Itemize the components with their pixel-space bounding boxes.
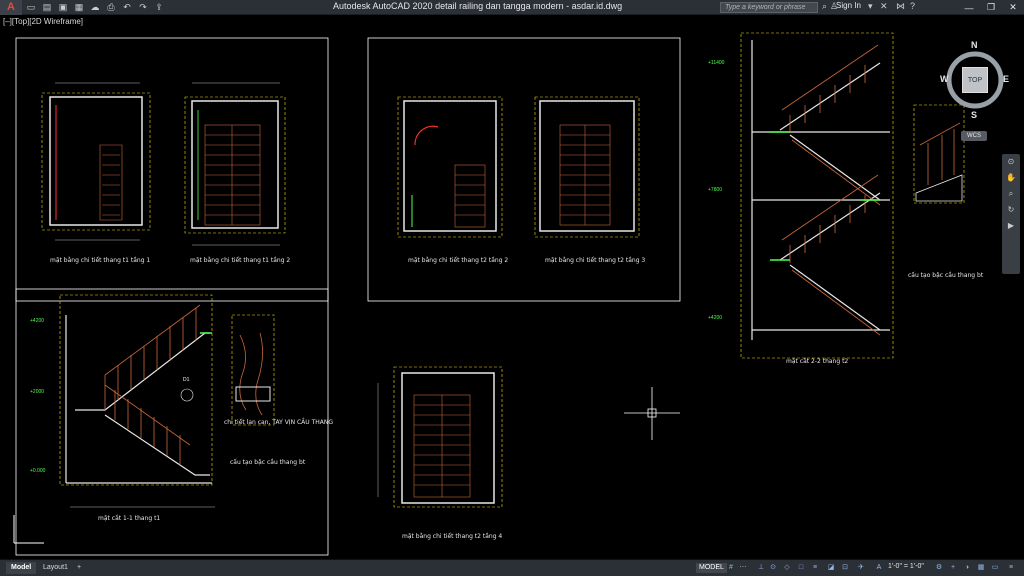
plan-title: mặt bằng chi tiết thang t1 tầng 1 xyxy=(50,257,151,264)
level-marker: +0.000 xyxy=(30,468,46,474)
wcs-menu-button[interactable]: WCS xyxy=(961,131,987,141)
plan-title: mặt bằng chi tiết thang t1 tầng 2 xyxy=(190,257,291,264)
add-layout-button[interactable]: + xyxy=(72,562,86,574)
ucs-icon xyxy=(13,515,44,544)
level-marker: +4200 xyxy=(30,318,45,324)
isodraft-icon[interactable]: ◇ xyxy=(782,563,792,573)
close-icon[interactable]: ✕ xyxy=(1002,0,1024,15)
dropdown-icon[interactable]: ▾ xyxy=(868,1,873,12)
compass-north[interactable]: N xyxy=(971,40,978,50)
plan-title: mặt bằng chi tiết thang t2 tầng 2 xyxy=(408,257,509,264)
isolate-icon[interactable]: ◑ xyxy=(962,563,972,573)
lineweight-icon[interactable]: ≡ xyxy=(810,563,820,573)
railing-detail xyxy=(231,314,275,426)
customize-icon[interactable]: ≡ xyxy=(1006,563,1016,573)
annotation-visibility-icon[interactable]: A xyxy=(874,563,884,573)
undo-icon[interactable]: ↶ xyxy=(120,1,134,13)
plus-icon[interactable]: + xyxy=(948,563,958,573)
plan-t1-floor1 xyxy=(41,82,151,241)
detail-title: chi tiết lan can, TAY VỊN CẦU THANG xyxy=(224,419,333,426)
annotation-scale-value[interactable]: 1'-0" = 1'-0" xyxy=(888,563,924,570)
sign-in-button[interactable]: Sign In xyxy=(836,1,861,10)
polar-icon[interactable]: ⊙ xyxy=(768,563,778,573)
share-icon[interactable]: ⇪ xyxy=(152,1,166,13)
steering-wheel-icon[interactable]: ⊙ xyxy=(1002,154,1020,170)
compass-east[interactable]: E xyxy=(1003,74,1009,84)
transparency-icon[interactable]: ◪ xyxy=(826,563,836,573)
redo-icon[interactable]: ↷ xyxy=(136,1,150,13)
annotation-scale-icon[interactable]: ✈ xyxy=(856,563,866,573)
selection-cycling-icon[interactable]: ⊡ xyxy=(840,563,850,573)
section-title: mặt cắt 1-1 thang t1 xyxy=(98,515,161,522)
drawing-geometry xyxy=(13,32,965,556)
viewcube-top-face[interactable]: TOP xyxy=(962,67,988,93)
autocad-logo-icon: A xyxy=(7,1,15,13)
navigation-bar: ⊙ ✋ ⌕ ↻ ▶ xyxy=(1002,154,1020,274)
plan-t2-floor3 xyxy=(534,96,640,238)
hardware-acceleration-icon[interactable]: ▦ xyxy=(976,563,986,573)
connect-icon[interactable]: ⋈ xyxy=(896,1,905,12)
ortho-icon[interactable]: ⊥ xyxy=(756,563,766,573)
orbit-icon[interactable]: ↻ xyxy=(1002,202,1020,218)
plot-icon[interactable]: ⎙ xyxy=(104,1,118,13)
clean-screen-icon[interactable]: ▭ xyxy=(990,563,1000,573)
search-input[interactable]: Type a keyword or phrase xyxy=(720,2,818,13)
level-marker: +4200 xyxy=(708,315,723,321)
new-icon[interactable]: ▭ xyxy=(24,1,38,13)
help-icon[interactable]: ? xyxy=(910,1,915,11)
zoom-icon[interactable]: ⌕ xyxy=(1002,186,1020,202)
tab-layout1[interactable]: Layout1 xyxy=(38,562,73,574)
plan-t2-floor4 xyxy=(377,366,503,508)
compass-west[interactable]: W xyxy=(940,74,949,84)
window-title: Autodesk AutoCAD 2020 detail railing dan… xyxy=(333,1,623,11)
workspace-gear-icon[interactable]: ⚙ xyxy=(934,563,944,573)
showmotion-icon[interactable]: ▶ xyxy=(1002,218,1020,234)
grid-icon[interactable]: # xyxy=(726,563,736,573)
plan-t1-floor2 xyxy=(184,82,286,246)
minimize-icon[interactable]: — xyxy=(958,0,980,15)
snap-icon[interactable]: ⋯ xyxy=(738,563,748,573)
search-icon[interactable]: ⌕ xyxy=(822,1,827,12)
title-bar: A ▭ ▤ ▣ ▦ ☁ ⎙ ↶ ↷ ⇪ Autodesk AutoCAD 202… xyxy=(0,0,1024,15)
tab-model[interactable]: Model xyxy=(6,562,37,574)
plan-title: mặt bằng chi tiết thang t2 tầng 3 xyxy=(545,257,646,264)
open-icon[interactable]: ▤ xyxy=(40,1,54,13)
detail-title: cấu tạo bậc cầu thang bt xyxy=(230,459,306,466)
level-marker: +2000 xyxy=(30,389,45,395)
application-menu-button[interactable]: A xyxy=(0,0,22,15)
restore-icon[interactable]: ❐ xyxy=(980,0,1002,15)
viewcube[interactable]: TOP N S E W xyxy=(940,37,1010,127)
osnap-icon[interactable]: □ xyxy=(796,563,806,573)
compass-south[interactable]: S xyxy=(971,110,977,120)
section-1-1 xyxy=(59,294,215,508)
section-2-2 xyxy=(740,32,894,359)
callout-bubble: D1 xyxy=(183,377,190,383)
level-marker: +7800 xyxy=(708,187,723,193)
crosshair-cursor xyxy=(624,387,680,440)
plan-t2-floor2 xyxy=(397,96,503,238)
drawing-canvas[interactable]: [–][Top][2D Wireframe] +11400 +7800 +420… xyxy=(0,15,1024,559)
cloud-icon[interactable]: ☁ xyxy=(88,1,102,13)
save-icon[interactable]: ▣ xyxy=(56,1,70,13)
model-space-button[interactable]: MODEL xyxy=(696,563,727,573)
level-marker: +11400 xyxy=(708,60,725,66)
status-bar: Model Layout1 + MODEL # ⋯ ⊥ ⊙ ◇ □ ≡ ◪ ⊡ … xyxy=(0,559,1024,576)
saveas-icon[interactable]: ▦ xyxy=(72,1,86,13)
detail-title: cấu tạo bậc cầu thang bt xyxy=(908,272,984,279)
pan-icon[interactable]: ✋ xyxy=(1002,170,1020,186)
section-title: mặt cắt 2-2 thang t2 xyxy=(786,358,849,365)
plan-title: mặt bằng chi tiết thang t2 tầng 4 xyxy=(402,533,503,540)
exchange-icon[interactable]: ✕ xyxy=(880,1,888,12)
